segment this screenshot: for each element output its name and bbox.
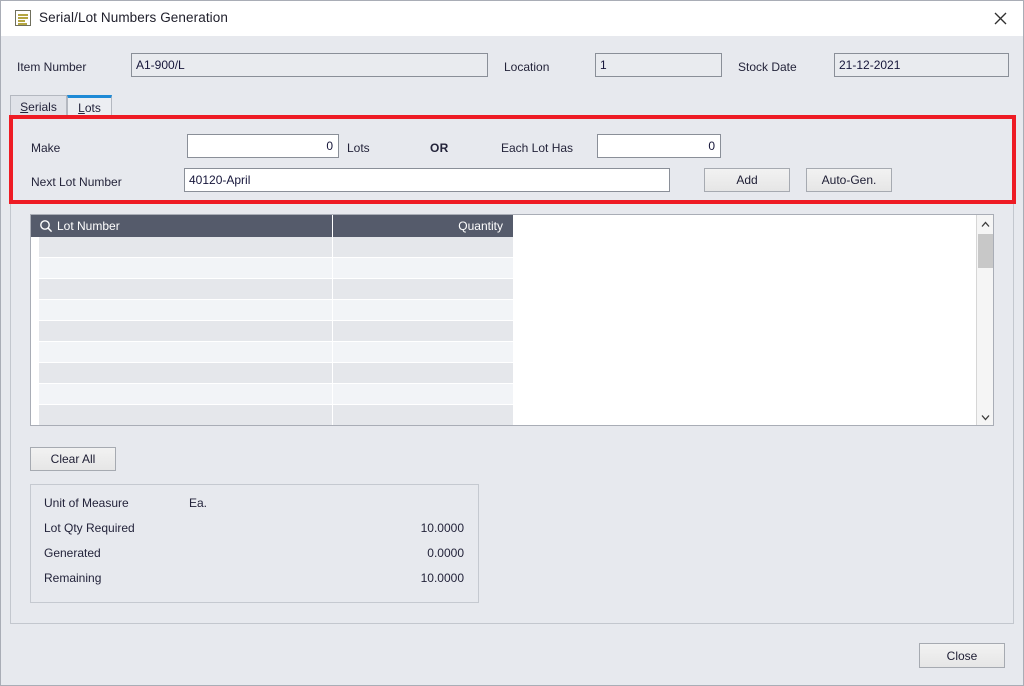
summary-row: Remaining 10.0000 bbox=[31, 571, 478, 596]
summary-row-label: Lot Qty Required bbox=[44, 521, 135, 535]
column-divider bbox=[332, 279, 333, 299]
make-label: Make bbox=[31, 141, 61, 155]
grid-column-lot-number[interactable]: Lot Number bbox=[31, 215, 332, 237]
location-field[interactable]: 1 bbox=[595, 53, 722, 77]
item-number-field[interactable]: A1-900/L bbox=[131, 53, 488, 77]
row-gutter bbox=[31, 342, 39, 362]
grid-header-row: Lot Number Quantity bbox=[31, 215, 993, 237]
tab-lots-label: ots bbox=[84, 100, 101, 115]
column-divider bbox=[332, 237, 333, 257]
row-gutter bbox=[31, 384, 39, 404]
search-icon bbox=[39, 219, 53, 233]
table-row[interactable] bbox=[31, 363, 513, 384]
grid-column-quantity-label: Quantity bbox=[458, 219, 503, 233]
table-row[interactable] bbox=[31, 405, 513, 425]
table-row[interactable] bbox=[31, 384, 513, 405]
column-divider bbox=[332, 342, 333, 362]
close-window-button[interactable] bbox=[977, 1, 1023, 36]
table-row[interactable] bbox=[31, 300, 513, 321]
tab-lots[interactable]: Lots bbox=[67, 95, 112, 117]
grid-column-quantity[interactable]: Quantity bbox=[333, 215, 513, 237]
or-separator-label: OR bbox=[430, 141, 449, 155]
column-divider bbox=[332, 300, 333, 320]
row-gutter bbox=[31, 321, 39, 341]
table-row[interactable] bbox=[31, 342, 513, 363]
row-gutter bbox=[31, 405, 39, 425]
summary-row-label: Remaining bbox=[44, 571, 102, 585]
column-divider bbox=[332, 321, 333, 341]
table-row[interactable] bbox=[31, 258, 513, 279]
stock-date-label: Stock Date bbox=[738, 60, 797, 74]
scrollbar-thumb[interactable] bbox=[978, 234, 993, 268]
auto-gen-button[interactable]: Auto-Gen. bbox=[806, 168, 892, 192]
summary-row: Unit of Measure Ea. bbox=[31, 496, 478, 521]
clear-all-button[interactable]: Clear All bbox=[30, 447, 116, 471]
row-gutter bbox=[31, 363, 39, 383]
column-divider bbox=[332, 405, 333, 425]
close-button[interactable]: Close bbox=[919, 643, 1005, 668]
grid-column-lot-number-label: Lot Number bbox=[57, 219, 120, 233]
summary-row: Lot Qty Required 10.0000 bbox=[31, 521, 478, 546]
lots-unit-label: Lots bbox=[347, 141, 370, 155]
each-lot-has-label: Each Lot Has bbox=[501, 141, 574, 155]
tab-lots-accel: L bbox=[78, 100, 85, 115]
table-row[interactable] bbox=[31, 237, 513, 258]
title-bar: Serial/Lot Numbers Generation bbox=[1, 1, 1023, 36]
summary-row-value: 10.0000 bbox=[420, 521, 464, 535]
row-gutter bbox=[31, 300, 39, 320]
tab-serials-accel: S bbox=[20, 99, 29, 114]
lot-numbers-grid: Lot Number Quantity bbox=[30, 214, 994, 426]
summary-row-label: Generated bbox=[44, 546, 101, 560]
row-gutter bbox=[31, 237, 39, 257]
table-row[interactable] bbox=[31, 321, 513, 342]
column-divider bbox=[332, 384, 333, 404]
item-number-label: Item Number bbox=[17, 60, 87, 74]
chevron-up-icon bbox=[981, 217, 990, 231]
make-input[interactable]: 0 bbox=[187, 134, 339, 158]
document-list-icon bbox=[15, 10, 31, 26]
column-divider bbox=[332, 258, 333, 278]
location-label: Location bbox=[504, 60, 550, 74]
table-row[interactable] bbox=[31, 279, 513, 300]
add-button[interactable]: Add bbox=[704, 168, 790, 192]
grid-vertical-scrollbar[interactable] bbox=[976, 215, 993, 425]
summary-row-value: 10.0000 bbox=[420, 571, 464, 585]
summary-row-value: Ea. bbox=[189, 496, 208, 510]
tab-serials[interactable]: Serials bbox=[10, 95, 67, 117]
close-icon bbox=[994, 12, 1007, 25]
window-title: Serial/Lot Numbers Generation bbox=[39, 10, 228, 25]
summary-panel: Unit of Measure Ea. Lot Qty Required 10.000… bbox=[30, 484, 479, 603]
row-gutter bbox=[31, 279, 39, 299]
scroll-up-button[interactable] bbox=[977, 215, 993, 232]
tab-serials-label: erials bbox=[28, 99, 57, 114]
scroll-down-button[interactable] bbox=[977, 408, 993, 425]
next-lot-number-label: Next Lot Number bbox=[31, 175, 122, 189]
chevron-down-icon bbox=[981, 410, 990, 424]
next-lot-number-input[interactable]: 40120-April bbox=[184, 168, 670, 192]
each-lot-has-input[interactable]: 0 bbox=[597, 134, 721, 158]
column-divider bbox=[332, 363, 333, 383]
summary-row-value: 0.0000 bbox=[427, 546, 464, 560]
row-gutter bbox=[31, 258, 39, 278]
grid-body[interactable] bbox=[31, 237, 993, 425]
stock-date-field[interactable]: 21-12-2021 bbox=[834, 53, 1009, 77]
summary-row: Generated 0.0000 bbox=[31, 546, 478, 571]
summary-row-label: Unit of Measure bbox=[44, 496, 129, 510]
serial-lot-numbers-generation-window: Serial/Lot Numbers Generation Item Numbe… bbox=[0, 0, 1024, 686]
